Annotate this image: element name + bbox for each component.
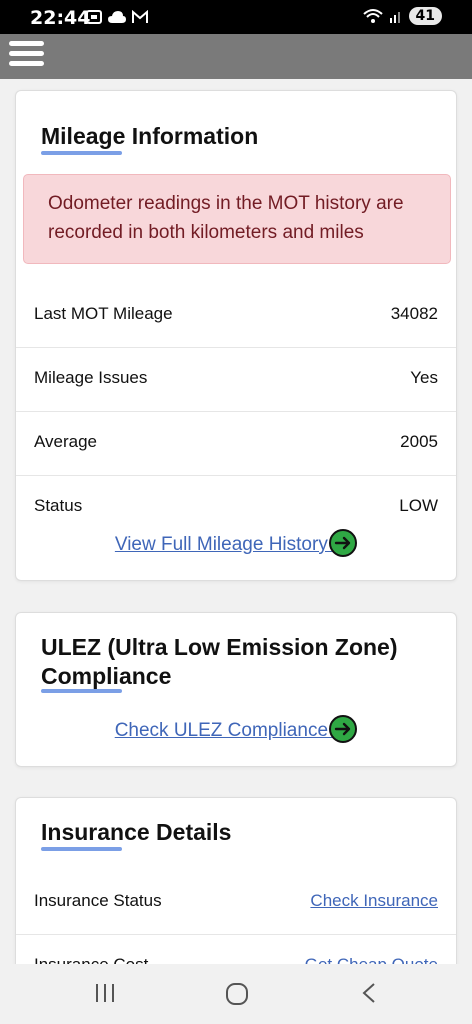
row-insurance-status: Insurance Status Check Insurance [16, 871, 456, 935]
row-label: Status [34, 496, 83, 515]
arrow-right-icon[interactable] [329, 529, 358, 557]
main-content[interactable]: Mileage Information Odometer readings in… [0, 79, 472, 964]
title-underline [41, 689, 122, 693]
title-underline [41, 847, 122, 851]
wifi-icon [362, 9, 383, 23]
row-label: Insurance Cost [34, 955, 148, 964]
menu-icon[interactable] [9, 41, 44, 71]
row-value: 2005 [400, 432, 438, 451]
check-insurance-link[interactable]: Check Insurance [310, 891, 438, 911]
status-bar: 22:44 41 [0, 0, 472, 34]
app-bar [0, 34, 472, 79]
row-label: Insurance Status [34, 891, 162, 910]
row-mileage-issues: Mileage Issues Yes [16, 348, 456, 412]
insurance-card: Insurance Details Insurance Status Check… [15, 797, 457, 964]
view-mileage-history-link[interactable]: View Full Mileage History [16, 529, 456, 559]
title-underline [41, 151, 122, 155]
system-icons: 41 [362, 7, 442, 25]
screenshot-icon [86, 10, 102, 24]
check-ulez-link[interactable]: Check ULEZ Compliance [16, 715, 456, 745]
cloud-icon [108, 11, 126, 23]
row-label: Last MOT Mileage [34, 304, 173, 323]
ulez-title-line2: Compliance [41, 663, 172, 689]
row-value: LOW [399, 496, 438, 515]
notification-icons [86, 9, 148, 25]
view-mileage-history-label[interactable]: View Full Mileage History [115, 534, 333, 555]
mileage-title: Mileage Information [41, 123, 259, 149]
gmail-icon [132, 10, 148, 23]
mileage-alert: Odometer readings in the MOT history are… [23, 174, 451, 264]
back-icon[interactable] [360, 982, 378, 1004]
arrow-right-icon[interactable] [329, 715, 358, 743]
row-value: Yes [410, 368, 438, 387]
row-label: Mileage Issues [34, 368, 148, 387]
row-average: Average 2005 [16, 412, 456, 476]
system-nav-bar [0, 964, 472, 1024]
status-time: 22:44 [30, 7, 91, 29]
mileage-card: Mileage Information Odometer readings in… [15, 90, 457, 581]
signal-icon [389, 12, 400, 23]
ulez-title-line1: ULEZ (Ultra Low Emission Zone) [41, 634, 398, 660]
row-value: 34082 [390, 304, 438, 323]
battery-indicator: 41 [408, 7, 442, 25]
row-insurance-cost: Insurance Cost Get Cheap Quote [16, 935, 456, 964]
check-ulez-label[interactable]: Check ULEZ Compliance [115, 720, 334, 741]
ulez-card: ULEZ (Ultra Low Emission Zone) Complianc… [15, 612, 457, 767]
recent-apps-icon[interactable] [94, 982, 116, 1004]
insurance-title: Insurance Details [41, 819, 232, 845]
row-last-mot-mileage: Last MOT Mileage 34082 [16, 284, 456, 348]
home-icon[interactable] [225, 982, 249, 1006]
get-quote-link[interactable]: Get Cheap Quote [305, 955, 438, 964]
row-label: Average [34, 432, 98, 451]
